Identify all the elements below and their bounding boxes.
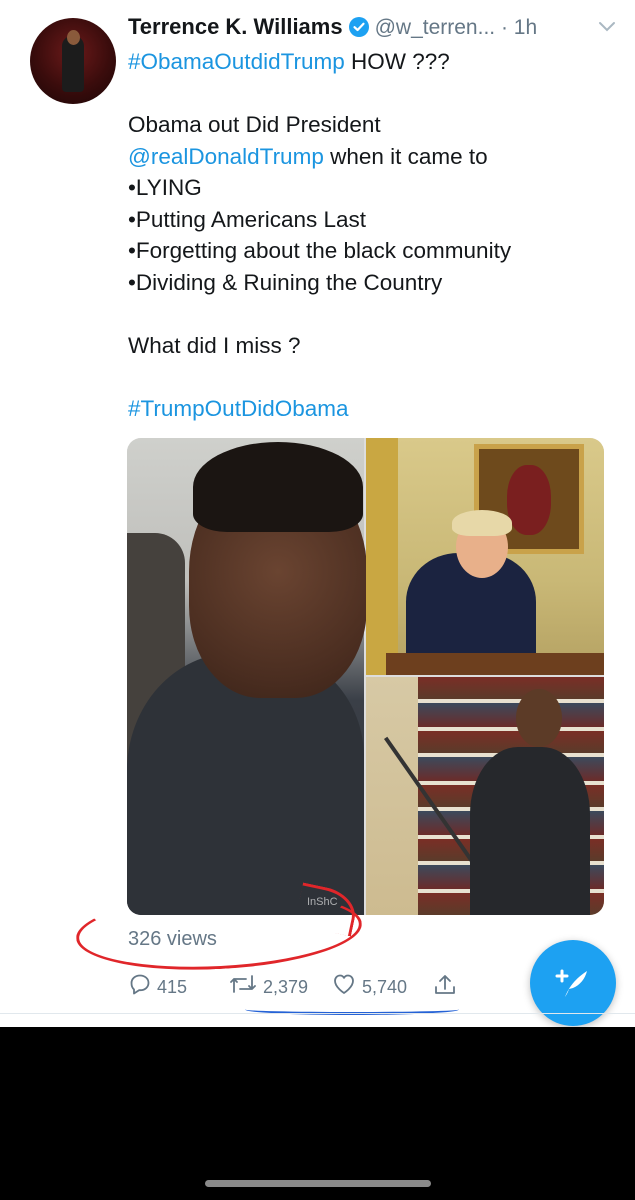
like-count: 5,740	[362, 976, 408, 997]
text-fragment: when it came to	[323, 143, 488, 169]
tweet-header: Terrence K. Williams @w_terren... · 1h	[128, 14, 617, 48]
hashtag-link[interactable]: #TrumpOutDidObama	[128, 396, 349, 421]
share-icon	[432, 972, 458, 1003]
media-video-man: InShC	[127, 438, 367, 915]
action-bar: 415 2,379 5,740	[128, 972, 468, 1002]
retweet-button[interactable]: 2,379	[228, 972, 308, 1001]
text-fragment: HOW ???	[344, 49, 450, 74]
hashtag-link[interactable]: #ObamaOutdidTrump	[128, 49, 345, 74]
avatar-head	[67, 30, 80, 45]
bottom-black-area	[0, 1027, 635, 1200]
retweet-icon	[228, 972, 258, 1001]
author-name[interactable]: Terrence K. Williams	[128, 14, 343, 39]
mention-link[interactable]: @realDonaldTrump	[128, 144, 324, 169]
share-button[interactable]	[432, 972, 458, 1003]
media-photo-oval-office	[366, 438, 604, 675]
reply-button[interactable]: 415	[128, 972, 187, 1001]
bullet-item: •Dividing & Ruining the Country	[128, 269, 443, 295]
tweet-media[interactable]: InShC	[127, 438, 604, 915]
avatar[interactable]	[30, 18, 116, 104]
bullet-item: •Forgetting about the black community	[128, 238, 512, 263]
text-line-4: @realDonaldTrump when it came to	[128, 141, 608, 173]
author-handle[interactable]: @w_terren...	[375, 16, 496, 39]
text-line-3: Obama out Did President	[128, 112, 381, 137]
text-line-hashtag: #TrumpOutDidObama	[128, 393, 608, 425]
media-photo-selfie-stick	[366, 677, 604, 915]
reply-count: 415	[157, 976, 188, 997]
reply-icon	[128, 972, 152, 1001]
chevron-down-icon[interactable]	[597, 20, 617, 39]
question-line: What did I miss ?	[128, 332, 301, 358]
retweet-count: 2,379	[263, 976, 309, 997]
like-icon	[331, 972, 357, 1001]
bullet-item: •LYING	[128, 175, 202, 200]
tweet-time: · 1h	[495, 16, 538, 39]
verified-icon	[348, 17, 369, 37]
home-indicator[interactable]	[205, 1180, 431, 1187]
bullet-item: •Putting Americans Last	[128, 206, 366, 232]
tweet-text: #ObamaOutdidTrump HOW ??? Obama out Did …	[128, 46, 608, 424]
divider	[0, 1013, 635, 1014]
like-button[interactable]: 5,740	[331, 972, 407, 1001]
text-line-1: #ObamaOutdidTrump HOW ???	[128, 46, 608, 78]
